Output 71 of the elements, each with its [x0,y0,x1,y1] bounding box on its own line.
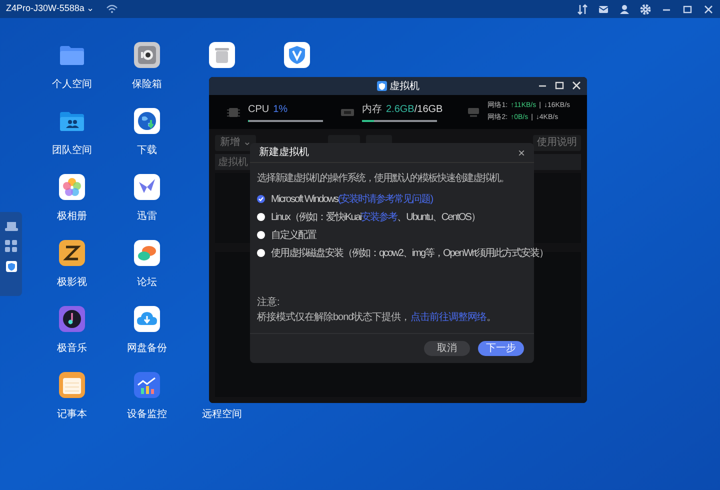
caret-icon[interactable]: ⌄ [86,2,94,16]
apps-grid-icon[interactable] [5,240,17,252]
app-label[interactable]: 记事本 [42,407,102,422]
option-label[interactable]: Linux（例如：爱快iKuai安装参考、Ubuntu、CentOS） [271,210,480,224]
option-label[interactable]: 使用虚拟磁盘安装（例如：qcow2、img等，OpenWrt须用此方式安装） [271,246,548,260]
chat-icon[interactable] [134,240,160,266]
safe-icon[interactable] [134,42,160,68]
music-note-icon[interactable] [59,306,85,332]
close-icon[interactable] [703,4,714,14]
transfer-icon[interactable] [577,4,588,14]
chart-icon[interactable] [134,372,160,398]
app-label[interactable]: 迅雷 [117,209,177,224]
dialog-description: 选择新建虚拟机的操作系统，使用默认的模板快速创建虚拟机。 [257,172,510,186]
radio-button[interactable] [257,231,265,239]
add-button[interactable]: 新增 ⌄ [215,135,256,151]
app-label[interactable]: 保险箱 [117,77,177,92]
help-button[interactable]: 使用说明 [533,135,581,151]
app-label[interactable]: 网盘备份 [117,341,177,356]
memory-icon [341,106,354,118]
device-name[interactable]: Z4Pro-J30W-5588a [6,2,84,16]
flower-icon[interactable] [59,174,85,200]
help-link[interactable]: 安装参考 [361,212,398,222]
column-header: 虚拟机 [218,156,248,170]
maximize-icon[interactable] [555,81,564,90]
notepad-icon[interactable] [59,372,85,398]
radio-button[interactable] [257,213,265,221]
cloud-download-icon[interactable] [134,306,160,332]
app-label[interactable]: 极影视 [42,275,102,290]
mail-icon[interactable] [598,4,609,14]
settings-icon[interactable] [640,4,651,14]
next-button[interactable]: 下一步 [478,341,524,356]
radio-button[interactable] [257,195,265,203]
window-title: 虚拟机 [390,80,420,94]
shield-icon[interactable] [284,42,310,68]
stat-label: CPU [248,103,270,117]
cancel-button[interactable]: 取消 [424,341,470,356]
app-label[interactable]: 团队空间 [42,143,102,158]
app-label[interactable]: 极音乐 [42,341,102,356]
dialog-title: 新建虚拟机 [259,146,309,160]
trash-icon[interactable] [209,42,235,68]
check-icon [258,196,264,202]
maximize-icon[interactable] [682,4,693,14]
app-label[interactable]: 下载 [117,143,177,158]
drive-icon[interactable] [4,222,18,231]
close-icon[interactable] [572,81,581,90]
radio-button[interactable] [257,249,265,257]
note-text: 桥接模式仅在解除bond状态下提供，点击前往调整网络。 [257,310,497,325]
stat-label: 内存 [362,102,382,117]
close-button[interactable]: × [518,146,525,158]
stat-value: 2.6GB [386,103,414,117]
note-title: 注意: [257,296,281,310]
film-icon[interactable] [59,240,85,266]
shield-icon[interactable] [6,261,16,272]
app-label[interactable]: 论坛 [117,275,177,290]
stat-total: /16GB [414,103,443,117]
shield-icon [376,81,386,91]
help-link[interactable]: (安装时请参考常见问题) [338,194,433,204]
network-link[interactable]: 点击前往调整网络 [410,312,486,323]
user-icon[interactable] [619,4,630,14]
network-icon [466,106,480,118]
bird-icon[interactable] [134,174,160,200]
option-label[interactable]: 自定义配置 [271,228,316,242]
app-label[interactable]: 设备监控 [117,407,177,422]
chip-icon [227,106,240,118]
app-label[interactable]: 个人空间 [42,77,102,92]
wifi-icon [106,4,118,14]
globe-icon[interactable] [134,108,160,134]
app-label[interactable]: 极相册 [42,209,102,224]
app-label[interactable]: 远程空间 [192,407,252,422]
stat-value: 1% [273,103,288,117]
option-label[interactable]: Microsoft Windows(安装时请参考常见问题) [271,192,433,206]
